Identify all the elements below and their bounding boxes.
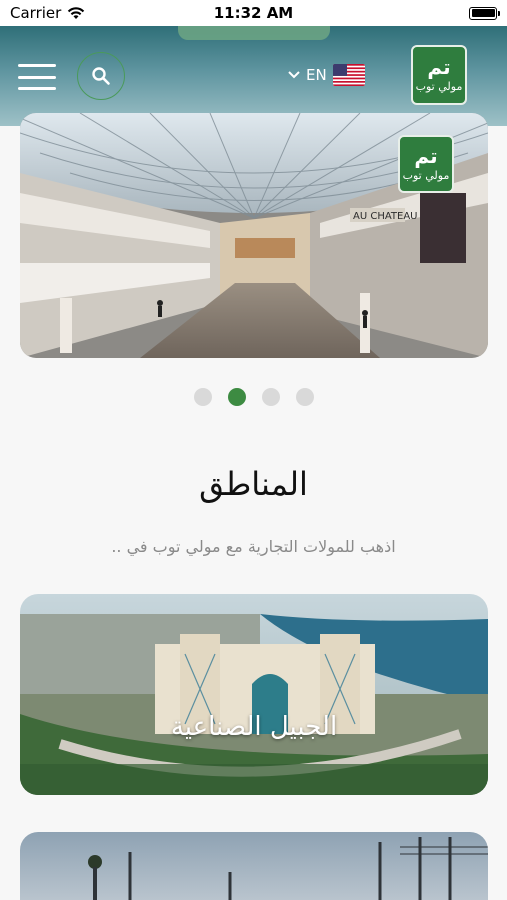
app-logo[interactable]: تم مولي توب (411, 45, 467, 105)
slider-dot[interactable] (227, 388, 246, 406)
area-image (20, 594, 488, 795)
section-title: المناطق (199, 465, 308, 503)
slide-logo: تم مولي توب (398, 135, 454, 193)
area-card[interactable]: الجبيل الصناعية (20, 594, 488, 795)
slider-pagination (0, 388, 507, 406)
store-sign: AU CHATEAU (353, 211, 418, 222)
us-flag-icon (332, 64, 365, 86)
menu-button[interactable] (18, 64, 56, 90)
language-label: EN (306, 66, 327, 84)
section-subtitle: اذهب للمولات التجارية مع مولي توب في .. (111, 537, 396, 556)
slide-logo-mark: تم (414, 144, 438, 168)
logo-mark: تم (427, 55, 451, 79)
battery-icon (469, 6, 500, 20)
status-time: 11:32 AM (213, 4, 294, 22)
area-card[interactable] (20, 832, 488, 900)
search-icon (92, 67, 110, 85)
area-image (20, 832, 488, 900)
status-bar: Carrier 11:32 AM (0, 0, 507, 26)
slider-dot[interactable] (295, 388, 314, 406)
logo-text: مولي توب (415, 80, 463, 93)
app-header: EN تم مولي توب (0, 26, 507, 126)
menu-icon (18, 64, 56, 67)
header-tab-highlight (178, 26, 330, 40)
chevron-down-icon (288, 71, 300, 79)
slide-logo-text: مولي توب (402, 169, 450, 182)
slider-dot[interactable] (193, 388, 212, 406)
slider-dot[interactable] (261, 388, 280, 406)
area-name: الجبيل الصناعية (170, 712, 338, 742)
banner-slider[interactable]: AU CHATEAU تم مولي توب (20, 113, 488, 358)
search-button[interactable] (77, 52, 125, 100)
language-selector[interactable]: EN (288, 64, 365, 86)
